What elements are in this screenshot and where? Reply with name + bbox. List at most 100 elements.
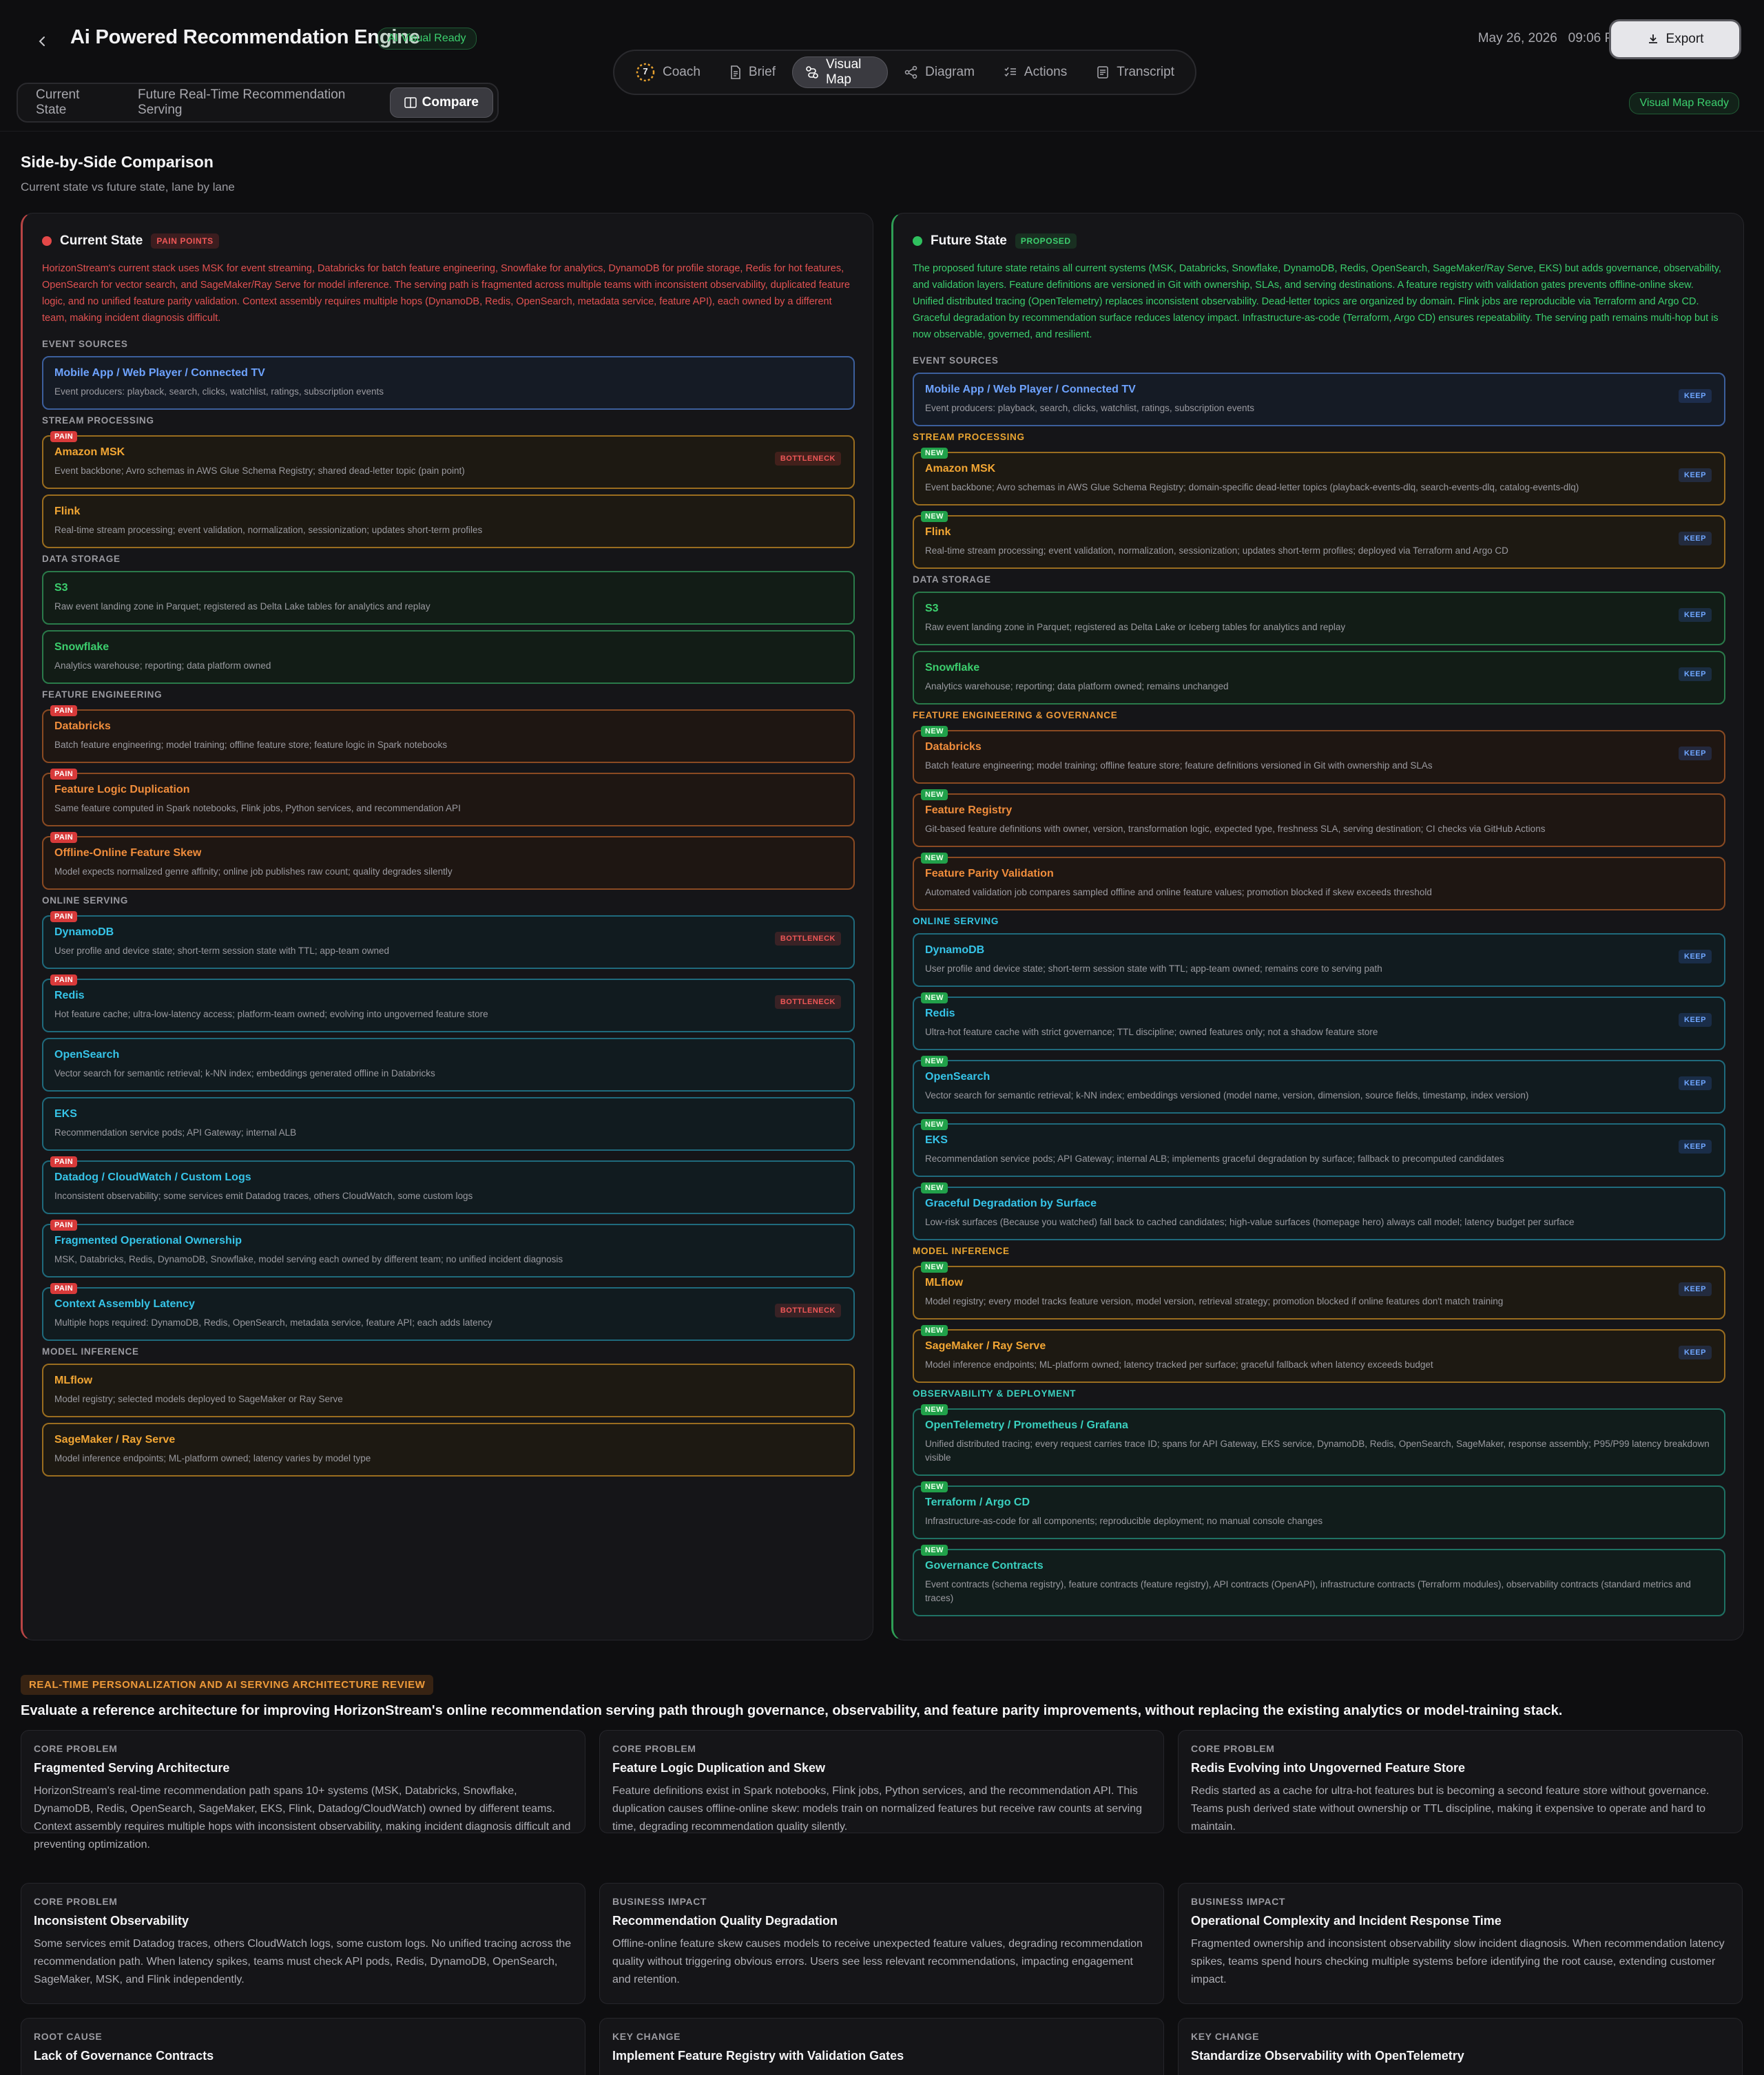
node-graceful-degradation-by-surface[interactable]: NEW Graceful Degradation by Surface Low-ri… bbox=[913, 1182, 1725, 1240]
node-feature-registry[interactable]: NEW Feature Registry Git-based feature def… bbox=[913, 789, 1725, 847]
node-mobile-app-web-player-connected-tv[interactable]: Mobile App / Web Player / Connected TV Ev… bbox=[913, 373, 1725, 426]
node-dynamodb[interactable]: DynamoDB User profile and device state; s… bbox=[913, 933, 1725, 987]
node-amazon-msk[interactable]: PAIN Amazon MSK Event backbone; Avro schem… bbox=[42, 431, 855, 489]
node-title: OpenSearch bbox=[925, 1071, 990, 1083]
node-governance-contracts[interactable]: NEW Governance Contracts Event contracts (… bbox=[913, 1545, 1725, 1616]
tab-compare[interactable]: Compare bbox=[389, 87, 493, 118]
card-kicker: BUSINESS IMPACT bbox=[612, 1896, 707, 1907]
pain-badge: PAIN bbox=[50, 1283, 78, 1294]
node-databricks[interactable]: PAIN Databricks Batch feature engineering;… bbox=[42, 705, 855, 763]
card-body: Fragmented ownership and inconsistent ob… bbox=[1191, 1938, 1725, 1985]
node-feature-parity-validation[interactable]: NEW Feature Parity Validation Automated va… bbox=[913, 853, 1725, 910]
node-opentelemetry-prometheus-grafana[interactable]: NEW OpenTelemetry / Prometheus / Grafana U… bbox=[913, 1404, 1725, 1476]
node-title: Fragmented Operational Ownership bbox=[54, 1235, 242, 1247]
pain-badge: PAIN bbox=[50, 911, 78, 922]
node-description: Model registry; selected models deployed… bbox=[54, 1394, 343, 1404]
node-title: EKS bbox=[54, 1108, 77, 1120]
nav-label: Visual Map bbox=[826, 57, 862, 87]
lane-label: STREAM PROCESSING bbox=[42, 415, 154, 426]
pain-points-tag: PAIN POINTS bbox=[151, 233, 219, 249]
node-flink[interactable]: NEW Flink Real-time stream processing; eve… bbox=[913, 511, 1725, 569]
node-description: Event contracts (schema registry), featu… bbox=[925, 1579, 1691, 1603]
back-button[interactable] bbox=[30, 29, 55, 54]
tab-future-state[interactable]: Future Real-Time Recommendation Serving bbox=[124, 87, 387, 118]
pain-badge: PAIN bbox=[50, 1220, 78, 1231]
review-card-redis-evolving-into-ungoverned-feature-store: CORE PROBLEM Redis Evolving into Ungovern… bbox=[1178, 1730, 1743, 1833]
node-title: Graceful Degradation by Surface bbox=[925, 1198, 1097, 1209]
columns-icon bbox=[404, 97, 417, 108]
nav-label: Transcript bbox=[1117, 65, 1174, 79]
node-feature-logic-duplication[interactable]: PAIN Feature Logic Duplication Same featur… bbox=[42, 769, 855, 826]
node-description: Low-risk surfaces (Because you watched) … bbox=[925, 1217, 1575, 1227]
nav-visual-map[interactable]: Visual Map bbox=[792, 56, 889, 88]
node-snowflake[interactable]: Snowflake Analytics warehouse; reporting;… bbox=[42, 630, 855, 684]
keep-tag: KEEP bbox=[1679, 532, 1712, 545]
node-amazon-msk[interactable]: NEW Amazon MSK Event backbone; Avro schema… bbox=[913, 448, 1725, 505]
node-title: Feature Logic Duplication bbox=[54, 784, 190, 795]
node-description: Event producers: playback, search, click… bbox=[54, 386, 384, 397]
review-title: Evaluate a reference architecture for im… bbox=[21, 1703, 1563, 1718]
node-datadog-cloudwatch-custom-logs[interactable]: PAIN Datadog / CloudWatch / Custom Logs In… bbox=[42, 1156, 855, 1214]
node-sagemaker-ray-serve[interactable]: NEW SageMaker / Ray Serve Model inference … bbox=[913, 1325, 1725, 1383]
new-badge: NEW bbox=[921, 853, 948, 864]
node-terraform-argo-cd[interactable]: NEW Terraform / Argo CD Infrastructure-as-… bbox=[913, 1481, 1725, 1539]
export-button[interactable]: Export bbox=[1611, 21, 1739, 57]
node-opensearch[interactable]: NEW OpenSearch Vector search for semantic … bbox=[913, 1056, 1725, 1114]
node-description: Model expects normalized genre affinity;… bbox=[54, 866, 453, 877]
card-kicker: CORE PROBLEM bbox=[34, 1896, 118, 1907]
node-opensearch[interactable]: OpenSearch Vector search for semantic ret… bbox=[42, 1038, 855, 1092]
node-description: Hot feature cache; ultra-low-latency acc… bbox=[54, 1009, 488, 1019]
node-title: Feature Parity Validation bbox=[925, 868, 1054, 879]
keep-tag: KEEP bbox=[1679, 1076, 1712, 1090]
card-body: Offline-online feature skew causes model… bbox=[612, 1938, 1143, 1985]
node-fragmented-operational-ownership[interactable]: PAIN Fragmented Operational Ownership MSK,… bbox=[42, 1220, 855, 1278]
lane-label: FEATURE ENGINEERING bbox=[42, 689, 163, 700]
node-flink[interactable]: Flink Real-time stream processing; event … bbox=[42, 494, 855, 548]
node-description: Raw event landing zone in Parquet; regis… bbox=[54, 601, 430, 612]
bottleneck-tag: BOTTLENECK bbox=[774, 932, 841, 946]
status-dot bbox=[42, 236, 52, 246]
node-offline-online-feature-skew[interactable]: PAIN Offline-Online Feature Skew Model exp… bbox=[42, 832, 855, 890]
node-mlflow[interactable]: MLflow Model registry; selected models de… bbox=[42, 1364, 855, 1417]
node-title: Databricks bbox=[54, 720, 111, 732]
node-description: Model registry; every model tracks featu… bbox=[925, 1296, 1504, 1306]
nav-brief[interactable]: Brief bbox=[717, 56, 788, 88]
node-mobile-app-web-player-connected-tv[interactable]: Mobile App / Web Player / Connected TV Ev… bbox=[42, 356, 855, 410]
nav-transcript[interactable]: Transcript bbox=[1083, 56, 1187, 88]
card-kicker: KEY CHANGE bbox=[612, 2031, 681, 2042]
node-redis[interactable]: PAIN Redis Hot feature cache; ultra-low-la… bbox=[42, 974, 855, 1032]
nav-coach[interactable]: 7 Coach bbox=[623, 56, 713, 88]
card-title: Operational Complexity and Incident Resp… bbox=[1191, 1914, 1502, 1928]
node-s3[interactable]: S3 Raw event landing zone in Parquet; reg… bbox=[42, 571, 855, 625]
node-databricks[interactable]: NEW Databricks Batch feature engineering; … bbox=[913, 726, 1725, 784]
keep-tag: KEEP bbox=[1679, 667, 1712, 681]
view-nav: 7 Coach Brief Visual Map Diagram Actions… bbox=[613, 50, 1196, 95]
new-badge: NEW bbox=[921, 511, 948, 522]
node-title: Amazon MSK bbox=[54, 446, 125, 458]
node-snowflake[interactable]: Snowflake Analytics warehouse; reporting;… bbox=[913, 651, 1725, 705]
node-s3[interactable]: S3 Raw event landing zone in Parquet; reg… bbox=[913, 592, 1725, 645]
lane-label: MODEL INFERENCE bbox=[913, 1246, 1010, 1256]
nav-actions[interactable]: Actions bbox=[991, 56, 1079, 88]
tab-label: Compare bbox=[422, 95, 479, 110]
nav-diagram[interactable]: Diagram bbox=[892, 56, 987, 88]
card-body: Some services emit Datadog traces, other… bbox=[34, 1938, 572, 1985]
node-context-assembly-latency[interactable]: PAIN Context Assembly Latency Multiple hop… bbox=[42, 1283, 855, 1341]
panel-title: Future State bbox=[931, 233, 1007, 248]
node-mlflow[interactable]: NEW MLflow Model registry; every model tra… bbox=[913, 1262, 1725, 1320]
keep-tag: KEEP bbox=[1679, 1282, 1712, 1296]
node-redis[interactable]: NEW Redis Ultra-hot feature cache with str… bbox=[913, 992, 1725, 1050]
node-eks[interactable]: NEW EKS Recommendation service pods; API G… bbox=[913, 1119, 1725, 1177]
document-icon bbox=[731, 65, 740, 79]
node-sagemaker-ray-serve[interactable]: SageMaker / Ray Serve Model inference end… bbox=[42, 1423, 855, 1477]
node-eks[interactable]: EKS Recommendation service pods; API Gate… bbox=[42, 1097, 855, 1151]
lane-label: STREAM PROCESSING bbox=[913, 432, 1025, 442]
node-dynamodb[interactable]: PAIN DynamoDB User profile and device stat… bbox=[42, 911, 855, 969]
tab-current-state[interactable]: Current State bbox=[22, 87, 121, 118]
node-title: Offline-Online Feature Skew bbox=[54, 847, 202, 859]
node-title: S3 bbox=[54, 582, 68, 594]
nav-label: Diagram bbox=[925, 65, 975, 79]
lane-label: ONLINE SERVING bbox=[42, 895, 129, 906]
card-kicker: KEY CHANGE bbox=[1191, 2031, 1260, 2042]
keep-tag: KEEP bbox=[1679, 950, 1712, 963]
